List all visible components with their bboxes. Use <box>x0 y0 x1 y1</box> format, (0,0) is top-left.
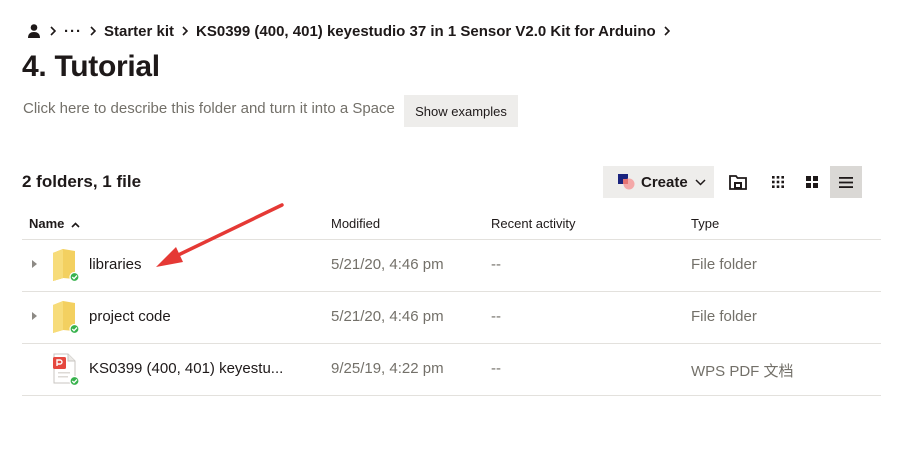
expand-triangle-icon[interactable] <box>32 260 37 268</box>
chevron-down-icon <box>695 178 706 186</box>
person-icon[interactable] <box>26 23 42 39</box>
show-examples-button[interactable]: Show examples <box>404 95 518 127</box>
table-row[interactable]: project code 5/21/20, 4:46 pm -- File fo… <box>22 292 881 344</box>
row-type: File folder <box>691 256 757 273</box>
row-name[interactable]: project code <box>89 308 171 325</box>
row-recent-activity: -- <box>491 256 501 273</box>
create-icon <box>618 174 636 190</box>
list-view-icon[interactable] <box>830 166 862 198</box>
table-row[interactable]: KS0399 (400, 401) keyestu... 9/25/19, 4:… <box>22 344 881 396</box>
column-header-name[interactable]: Name <box>29 216 80 231</box>
row-modified: 5/21/20, 4:46 pm <box>331 308 444 325</box>
table-row[interactable]: libraries 5/21/20, 4:46 pm -- File folde… <box>22 240 881 292</box>
chevron-right-icon[interactable] <box>664 26 670 36</box>
table-header: Name Modified Recent activity Type <box>22 210 881 240</box>
large-grid-view-icon[interactable] <box>796 166 828 198</box>
folder-icon <box>50 300 80 335</box>
column-header-name-label: Name <box>29 216 65 231</box>
create-label: Create <box>641 173 688 191</box>
chevron-right-icon <box>182 26 189 36</box>
pdf-file-icon <box>50 352 80 387</box>
expand-triangle-icon[interactable] <box>32 312 37 320</box>
row-type: WPS PDF 文档 <box>691 363 794 380</box>
column-header-type[interactable]: Type <box>691 216 719 231</box>
row-modified: 9/25/19, 4:22 pm <box>331 360 444 377</box>
row-type: File folder <box>691 308 757 325</box>
item-count: 2 folders, 1 file <box>22 172 142 191</box>
column-header-recent-activity[interactable]: Recent activity <box>491 216 576 231</box>
row-name[interactable]: libraries <box>89 256 142 273</box>
folder-icon <box>50 248 80 283</box>
create-button[interactable]: Create <box>603 166 714 198</box>
breadcrumb-item-ks0399[interactable]: KS0399 (400, 401) keyestudio 37 in 1 Sen… <box>196 23 656 40</box>
small-grid-view-icon[interactable] <box>762 166 794 198</box>
chevron-right-icon <box>50 26 56 36</box>
row-modified: 5/21/20, 4:46 pm <box>331 256 444 273</box>
folder-upload-icon[interactable] <box>722 166 754 198</box>
row-name[interactable]: KS0399 (400, 401) keyestu... <box>89 360 283 377</box>
page-title: 4. Tutorial <box>22 50 160 83</box>
breadcrumb-overflow[interactable]: ··· <box>64 23 82 40</box>
breadcrumb-item-starter-kit[interactable]: Starter kit <box>104 23 174 40</box>
sort-ascending-icon <box>71 221 80 228</box>
chevron-right-icon <box>90 26 96 36</box>
breadcrumb: ··· Starter kit KS0399 (400, 401) keyest… <box>26 20 678 42</box>
row-recent-activity: -- <box>491 360 501 377</box>
column-header-modified[interactable]: Modified <box>331 216 380 231</box>
folder-description-prompt[interactable]: Click here to describe this folder and t… <box>23 100 395 117</box>
row-recent-activity: -- <box>491 308 501 325</box>
